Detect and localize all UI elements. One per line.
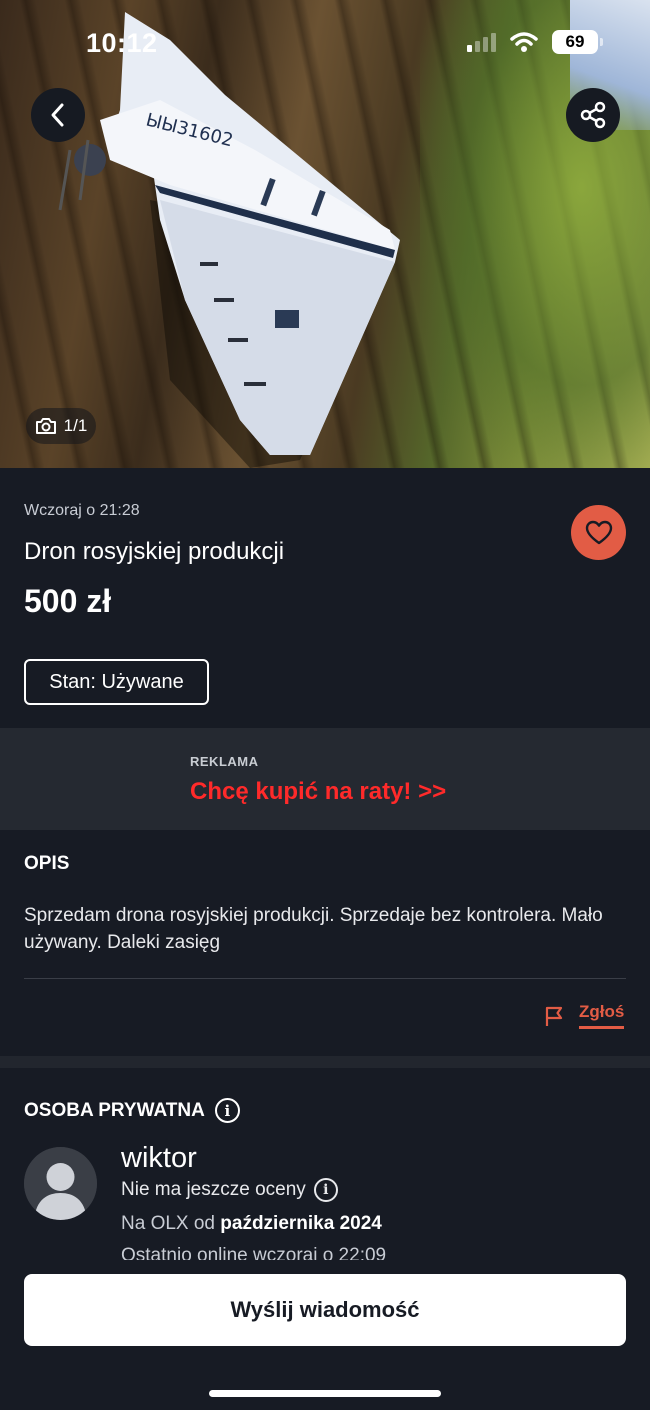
member-prefix: Na OLX od — [121, 1213, 215, 1234]
member-since: Na OLX od października 2024 — [121, 1213, 382, 1235]
info-icon[interactable]: i — [214, 1098, 240, 1123]
listing-price: 500 zł — [24, 583, 112, 619]
user-avatar-icon — [24, 1147, 97, 1220]
photo-counter: 1/1 — [26, 408, 96, 444]
listing-title: Dron rosyjskiej produkcji — [24, 538, 285, 565]
installments-link[interactable]: Chcę kupić na raty! >> — [190, 778, 446, 806]
listing-photo[interactable]: ЫЫ31602 — [0, 0, 650, 468]
favorite-button[interactable] — [571, 505, 626, 560]
send-message-button[interactable]: Wyślij wiadomość — [24, 1274, 626, 1346]
rating-label: Nie ma jeszcze oceny — [121, 1179, 306, 1200]
seller-name[interactable]: wiktor — [121, 1142, 197, 1175]
battery-icon: 69 — [552, 30, 603, 54]
camera-icon — [35, 418, 56, 434]
drone-photo: ЫЫ31602 — [58, 12, 400, 468]
report-button[interactable]: Zgłoś — [543, 1002, 625, 1029]
share-button[interactable] — [566, 88, 620, 142]
divider — [24, 978, 626, 979]
posted-time: Wczoraj o 21:28 — [24, 502, 140, 519]
cellular-signal-icon — [467, 32, 496, 52]
ad-banner: REKLAMA Chcę kupić na raty! >> — [0, 728, 650, 830]
last-online: Ostatnio online wczoraj o 22:09 — [121, 1245, 387, 1260]
seller-section: OSOBA PRYWATNA i wiktor Nie ma jeszcze o… — [0, 1068, 650, 1260]
home-indicator[interactable] — [209, 1390, 441, 1397]
section-separator — [0, 1056, 650, 1068]
avatar[interactable] — [24, 1147, 97, 1220]
description-heading: OPIS — [24, 853, 70, 874]
share-icon — [580, 101, 606, 129]
description-text: Sprzedam drona rosyjskiej produkcji. Spr… — [24, 905, 603, 953]
seller-type: OSOBA PRYWATNA i — [24, 1098, 240, 1123]
report-label: Zgłoś — [579, 1002, 625, 1029]
description-section: OPIS Sprzedam drona rosyjskiej produkcji… — [0, 830, 650, 1056]
condition-tag: Stan: Używane — [24, 659, 209, 705]
rating-info-icon[interactable]: i — [313, 1178, 338, 1202]
flag-icon — [545, 1006, 563, 1026]
ad-label: REKLAMA — [190, 754, 259, 769]
chevron-left-icon — [51, 103, 64, 127]
status-icons: 69 — [467, 30, 603, 54]
back-button[interactable] — [31, 88, 85, 142]
seller-rating: Nie ma jeszcze oceny i — [121, 1178, 338, 1202]
photo-counter-label: 1/1 — [63, 416, 88, 435]
bottom-action-bar: Wyślij wiadomość — [0, 1260, 650, 1410]
seller-type-label: OSOBA PRYWATNA — [24, 1099, 205, 1121]
status-time: 10:12 — [86, 28, 158, 58]
heart-icon — [585, 520, 612, 544]
member-date: października 2024 — [220, 1213, 382, 1234]
wifi-icon — [510, 32, 538, 52]
listing-summary: Wczoraj o 21:28 Dron rosyjskiej produkcj… — [0, 468, 650, 728]
